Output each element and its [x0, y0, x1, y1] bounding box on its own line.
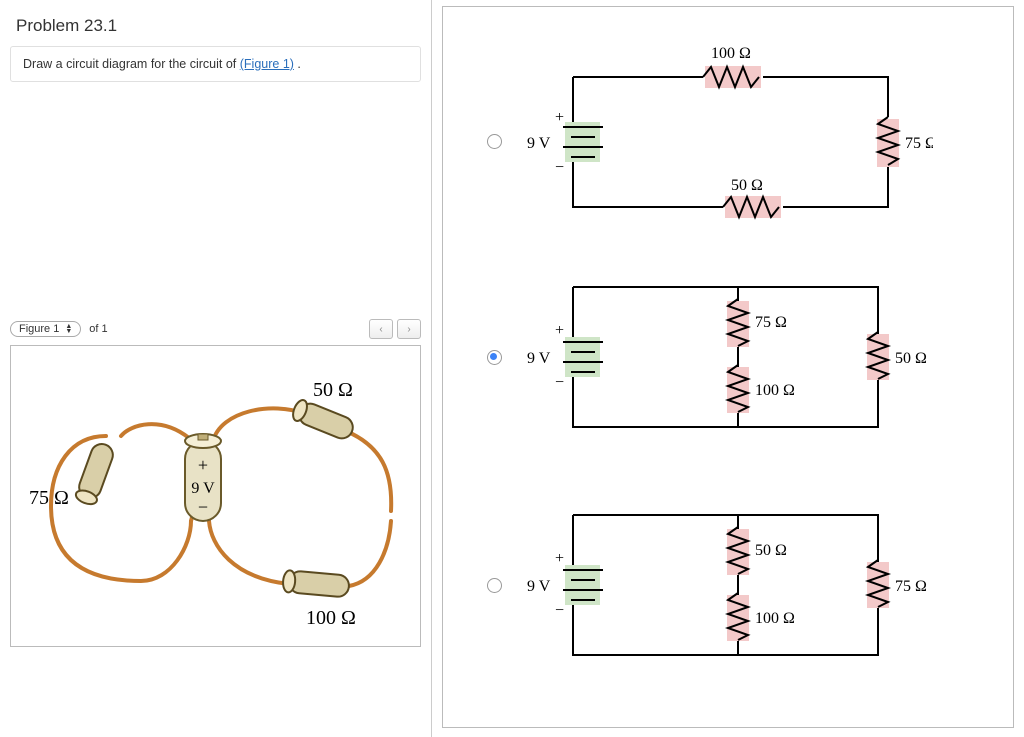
svg-text:100 Ω: 100 Ω — [711, 45, 751, 62]
svg-text:+: + — [555, 550, 564, 567]
prompt-prefix: Draw a circuit diagram for the circuit o… — [23, 57, 240, 71]
figure-dropdown-label: Figure 1 — [19, 323, 59, 335]
svg-text:−: − — [198, 497, 208, 517]
figure-next-button[interactable]: › — [397, 319, 421, 339]
figure-link[interactable]: (Figure 1) — [240, 57, 294, 71]
svg-text:50 Ω: 50 Ω — [731, 177, 763, 194]
left-panel: Problem 23.1 Draw a circuit diagram for … — [0, 0, 432, 737]
option-c-radio[interactable] — [487, 578, 502, 593]
svg-text:−: − — [555, 159, 564, 176]
answer-options-box: + − 9 V 100 Ω 50 Ω 75 Ω — [442, 6, 1014, 728]
option-b-diagram: + − 9 V 75 Ω 100 Ω 50 Ω — [513, 257, 933, 457]
svg-text:75 Ω: 75 Ω — [905, 135, 933, 152]
battery-icon — [563, 77, 603, 207]
svg-text:75 Ω: 75 Ω — [895, 578, 927, 595]
updown-icon: ▲▼ — [65, 324, 72, 334]
resistor-icon — [703, 66, 761, 88]
option-a-diagram: + − 9 V 100 Ω 50 Ω 75 Ω — [513, 22, 933, 242]
svg-text:100 Ω: 100 Ω — [755, 610, 795, 627]
figure-r75-label: 75 Ω — [29, 487, 69, 509]
svg-text:+: + — [555, 109, 564, 126]
svg-text:9 V: 9 V — [527, 135, 551, 152]
svg-text:−: − — [555, 374, 564, 391]
svg-text:50 Ω: 50 Ω — [755, 542, 787, 559]
svg-text:9 V: 9 V — [191, 480, 215, 497]
svg-text:+: + — [555, 322, 564, 339]
svg-text:+: + — [198, 455, 208, 475]
problem-prompt: Draw a circuit diagram for the circuit o… — [10, 46, 421, 82]
figure-frame: 75 Ω 50 Ω 100 Ω + 9 V − — [10, 345, 421, 647]
svg-text:50 Ω: 50 Ω — [895, 350, 927, 367]
svg-text:75 Ω: 75 Ω — [755, 314, 787, 331]
figure-of-label: of 1 — [89, 323, 107, 335]
figure-prev-button[interactable]: ‹ — [369, 319, 393, 339]
figure-r100-label: 100 Ω — [306, 607, 356, 629]
problem-title: Problem 23.1 — [10, 12, 421, 46]
option-a-radio[interactable] — [487, 134, 502, 149]
prompt-suffix: . — [294, 57, 301, 71]
figure-selector-bar: Figure 1 ▲▼ of 1 ‹ › — [10, 319, 421, 339]
option-c-diagram: + − 9 V 50 Ω 100 Ω 75 Ω — [513, 485, 933, 685]
svg-text:−: − — [555, 602, 564, 619]
svg-text:9 V: 9 V — [527, 578, 551, 595]
resistor-icon — [723, 196, 781, 218]
svg-text:9 V: 9 V — [527, 350, 551, 367]
figure-r50-label: 50 Ω — [313, 379, 353, 401]
right-panel: + − 9 V 100 Ω 50 Ω 75 Ω — [432, 0, 1024, 737]
option-b-radio[interactable] — [487, 350, 502, 365]
figure-svg: 75 Ω 50 Ω 100 Ω + 9 V − — [11, 346, 421, 646]
svg-text:100 Ω: 100 Ω — [755, 382, 795, 399]
resistor-icon — [877, 117, 899, 167]
figure-dropdown[interactable]: Figure 1 ▲▼ — [10, 321, 81, 337]
